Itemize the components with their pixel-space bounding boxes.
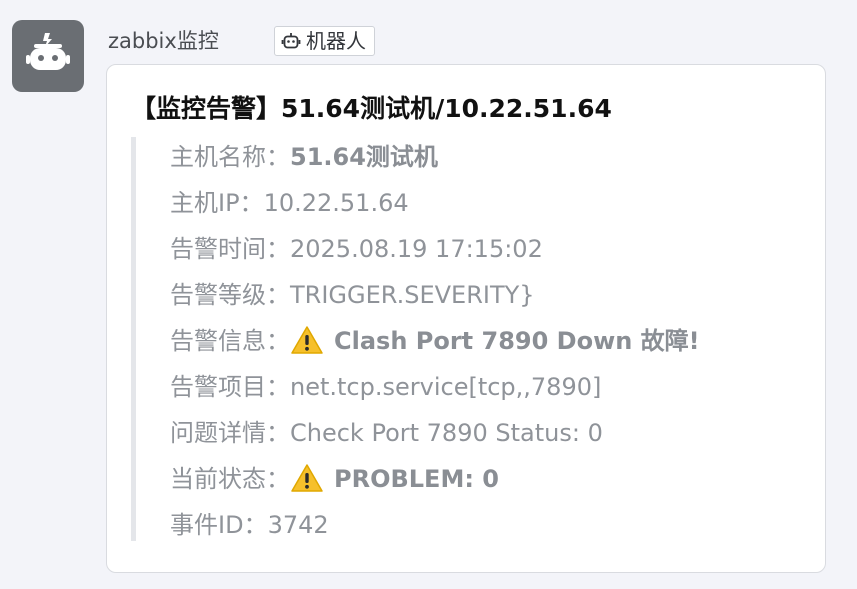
sender-avatar[interactable]	[12, 20, 84, 92]
detail-row: 告警时间：2025.08.19 17:15:02	[170, 226, 810, 272]
robot-icon	[26, 33, 70, 70]
detail-value: Clash Port 7890 Down 故障!	[334, 327, 700, 355]
detail-value: 10.22.51.64	[263, 189, 409, 217]
message-card: 【监控告警】51.64测试机/10.22.51.64 主机名称：51.64测试机…	[106, 64, 826, 573]
detail-row: 当前状态： PROBLEM: 0	[170, 456, 810, 502]
detail-label: 当前状态：	[170, 465, 290, 493]
detail-value: PROBLEM: 0	[334, 465, 499, 493]
detail-value: 2025.08.19 17:15:02	[290, 235, 543, 263]
sender-name[interactable]: zabbix监控	[108, 26, 219, 56]
detail-row: 主机名称：51.64测试机	[170, 134, 810, 180]
detail-label: 告警时间：	[170, 235, 290, 263]
alert-details: 主机名称：51.64测试机 主机IP：10.22.51.64 告警时间：2025.0…	[170, 134, 810, 548]
message-title: 【监控告警】51.64测试机/10.22.51.64	[131, 94, 612, 123]
detail-label: 问题详情：	[170, 419, 290, 447]
detail-row: 问题详情：Check Port 7890 Status: 0	[170, 410, 810, 456]
bot-badge-label: 机器人	[306, 29, 366, 53]
detail-label: 事件ID：	[170, 511, 268, 539]
detail-label: 告警信息：	[170, 327, 290, 355]
detail-value: net.tcp.service[tcp,,7890]	[290, 373, 602, 401]
quote-bar	[131, 137, 136, 541]
detail-row: 告警项目：net.tcp.service[tcp,,7890]	[170, 364, 810, 410]
detail-row: 告警信息： Clash Port 7890 Down 故障!	[170, 318, 810, 364]
detail-value: 3742	[267, 511, 329, 539]
robot-icon	[281, 33, 301, 49]
detail-label: 告警等级：	[170, 281, 290, 309]
detail-label: 告警项目：	[170, 373, 290, 401]
detail-label: 主机IP：	[170, 189, 264, 217]
detail-value: 51.64测试机	[290, 143, 438, 171]
detail-row: 主机IP：10.22.51.64	[170, 180, 810, 226]
bot-badge: 机器人	[274, 26, 375, 56]
detail-value: TRIGGER.SEVERITY}	[290, 281, 535, 309]
detail-label: 主机名称：	[170, 143, 290, 171]
detail-row: 事件ID：3742	[170, 502, 810, 548]
detail-value: Check Port 7890 Status: 0	[290, 419, 603, 447]
detail-row: 告警等级：TRIGGER.SEVERITY}	[170, 272, 810, 318]
